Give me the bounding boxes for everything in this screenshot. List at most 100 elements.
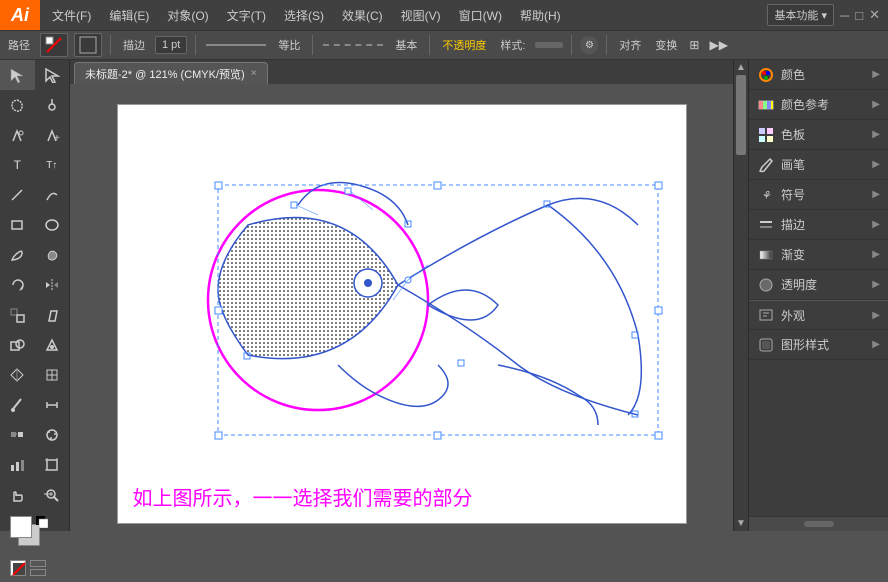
scale-tool[interactable] bbox=[0, 300, 35, 330]
panel-symbol[interactable]: ⚘ 符号 ▶ bbox=[749, 180, 888, 210]
arc-tool[interactable] bbox=[35, 180, 70, 210]
sep3 bbox=[312, 35, 313, 55]
default-colors-icon[interactable] bbox=[36, 516, 48, 531]
perspective-grid-tool[interactable] bbox=[0, 360, 35, 390]
panel-gradient[interactable]: 渐变 ▶ bbox=[749, 240, 888, 270]
eyedropper-tool[interactable] bbox=[0, 390, 35, 420]
panel-color[interactable]: 颜色 ▶ bbox=[749, 60, 888, 90]
symbol-icon: ⚘ bbox=[757, 186, 775, 204]
stroke-weight-input[interactable]: 1 pt bbox=[155, 36, 187, 54]
menu-help[interactable]: 帮助(H) bbox=[512, 3, 569, 28]
shape-builder-tool[interactable] bbox=[0, 330, 35, 360]
upper-tail-curve[interactable] bbox=[398, 198, 638, 285]
touch-type-tool[interactable]: T↑ bbox=[35, 150, 70, 180]
opacity-label[interactable]: 不透明度 bbox=[438, 37, 490, 53]
tab-close-btn[interactable]: × bbox=[251, 68, 257, 79]
sep2 bbox=[195, 35, 196, 55]
mesh-tool[interactable] bbox=[35, 360, 70, 390]
document-tab[interactable]: 未标题-2* @ 121% (CMYK/预览) × bbox=[74, 62, 268, 84]
handle-tm[interactable] bbox=[434, 182, 441, 189]
stroke-color-picker[interactable] bbox=[40, 33, 68, 57]
close-btn[interactable]: ✕ bbox=[869, 7, 880, 23]
minimize-btn[interactable]: ─ bbox=[840, 8, 849, 23]
brush-tool[interactable] bbox=[0, 240, 35, 270]
live-paint-tool[interactable] bbox=[35, 330, 70, 360]
rotate-tool[interactable] bbox=[0, 270, 35, 300]
handle-bl[interactable] bbox=[215, 432, 222, 439]
panel-color-ref[interactable]: 颜色参考 ▶ bbox=[749, 90, 888, 120]
blend-tool[interactable] bbox=[0, 420, 35, 450]
menu-select[interactable]: 选择(S) bbox=[276, 3, 332, 28]
panel-opacity[interactable]: 透明度 ▶ bbox=[749, 270, 888, 300]
handle-mr[interactable] bbox=[655, 307, 662, 314]
style-picker[interactable] bbox=[535, 42, 563, 48]
scroll-thumb[interactable] bbox=[736, 75, 746, 155]
anchor-6[interactable] bbox=[458, 360, 464, 366]
panel-appear[interactable]: 外观 ▶ bbox=[749, 300, 888, 330]
scroll-down-btn[interactable]: ▼ bbox=[734, 516, 749, 531]
graph-tool[interactable] bbox=[0, 450, 35, 480]
panel-stroke[interactable]: 描边 ▶ bbox=[749, 210, 888, 240]
scroll-up-btn[interactable]: ▲ bbox=[734, 60, 749, 75]
handle-br[interactable] bbox=[655, 432, 662, 439]
swap-colors-icon[interactable] bbox=[10, 560, 26, 576]
type-tool[interactable]: T bbox=[0, 150, 35, 180]
fill-mode[interactable] bbox=[74, 33, 102, 57]
lower-loop[interactable] bbox=[338, 365, 448, 406]
measure-tool[interactable] bbox=[35, 390, 70, 420]
direct-select-tool[interactable] bbox=[35, 60, 70, 90]
symbol-spray-tool[interactable] bbox=[35, 420, 70, 450]
maximize-btn[interactable]: □ bbox=[855, 8, 863, 23]
menu-text[interactable]: 文字(T) bbox=[219, 3, 274, 28]
add-anchor-tool[interactable]: + bbox=[35, 120, 70, 150]
outline-view[interactable] bbox=[30, 569, 46, 576]
reflect-tool[interactable] bbox=[35, 270, 70, 300]
brush-arrow: ▶ bbox=[872, 159, 880, 170]
right-curve[interactable] bbox=[548, 205, 641, 415]
menu-view[interactable]: 视图(V) bbox=[393, 3, 449, 28]
appear-arrow: ▶ bbox=[872, 310, 880, 321]
handle-bm[interactable] bbox=[434, 432, 441, 439]
magic-wand-tool[interactable] bbox=[35, 90, 70, 120]
svg-text:⚘: ⚘ bbox=[761, 190, 771, 202]
menu-object[interactable]: 对象(O) bbox=[159, 3, 216, 28]
selection-tool[interactable] bbox=[0, 60, 35, 90]
workspace-selector[interactable]: 基本功能 ▾ bbox=[767, 4, 834, 26]
line-tool[interactable] bbox=[0, 180, 35, 210]
bottom-right-curve[interactable] bbox=[498, 365, 598, 425]
shear-tool[interactable] bbox=[35, 300, 70, 330]
arrange-icon[interactable]: ⊞ bbox=[689, 38, 699, 52]
vertical-scrollbar[interactable]: ▲ ▼ bbox=[733, 60, 748, 531]
pen-tool[interactable] bbox=[0, 120, 35, 150]
handle-ml[interactable] bbox=[215, 307, 222, 314]
stroke-label: 描边 bbox=[781, 216, 805, 233]
panel-toggle-icon[interactable]: ▶▶ bbox=[709, 38, 727, 52]
handle-tl[interactable] bbox=[215, 182, 222, 189]
hand-tool[interactable] bbox=[0, 480, 35, 510]
panel-swatches[interactable]: 色板 ▶ bbox=[749, 120, 888, 150]
panel-brush[interactable]: 画笔 ▶ bbox=[749, 150, 888, 180]
document-settings[interactable]: ⚙ bbox=[580, 36, 598, 54]
brush-icon bbox=[757, 156, 775, 174]
canvas-wrapper[interactable]: 如上图所示，一一选择我们需要的部分 bbox=[70, 84, 733, 531]
menu-effects[interactable]: 效果(C) bbox=[334, 3, 391, 28]
opacity-icon bbox=[757, 276, 775, 294]
artboard-tool[interactable] bbox=[35, 450, 70, 480]
rect-tool[interactable] bbox=[0, 210, 35, 240]
ellipse-tool[interactable] bbox=[35, 210, 70, 240]
menu-edit[interactable]: 编辑(E) bbox=[101, 3, 157, 28]
menu-window[interactable]: 窗口(W) bbox=[451, 3, 510, 28]
handle-tr[interactable] bbox=[655, 182, 662, 189]
stroke-line-style[interactable] bbox=[206, 44, 266, 46]
scroll-track[interactable] bbox=[734, 75, 748, 516]
lasso-tool[interactable] bbox=[0, 90, 35, 120]
small-loop-path[interactable] bbox=[428, 290, 498, 320]
normal-view[interactable] bbox=[30, 560, 46, 567]
zoom-tool[interactable] bbox=[35, 480, 70, 510]
menu-file[interactable]: 文件(F) bbox=[44, 3, 99, 28]
blob-brush-tool[interactable] bbox=[35, 240, 70, 270]
lower-tail-curve[interactable] bbox=[398, 285, 638, 415]
dash-line-style[interactable] bbox=[323, 44, 383, 46]
fg-color-swatch[interactable] bbox=[10, 516, 32, 538]
panel-graphstyle[interactable]: 图形样式 ▶ bbox=[749, 330, 888, 360]
